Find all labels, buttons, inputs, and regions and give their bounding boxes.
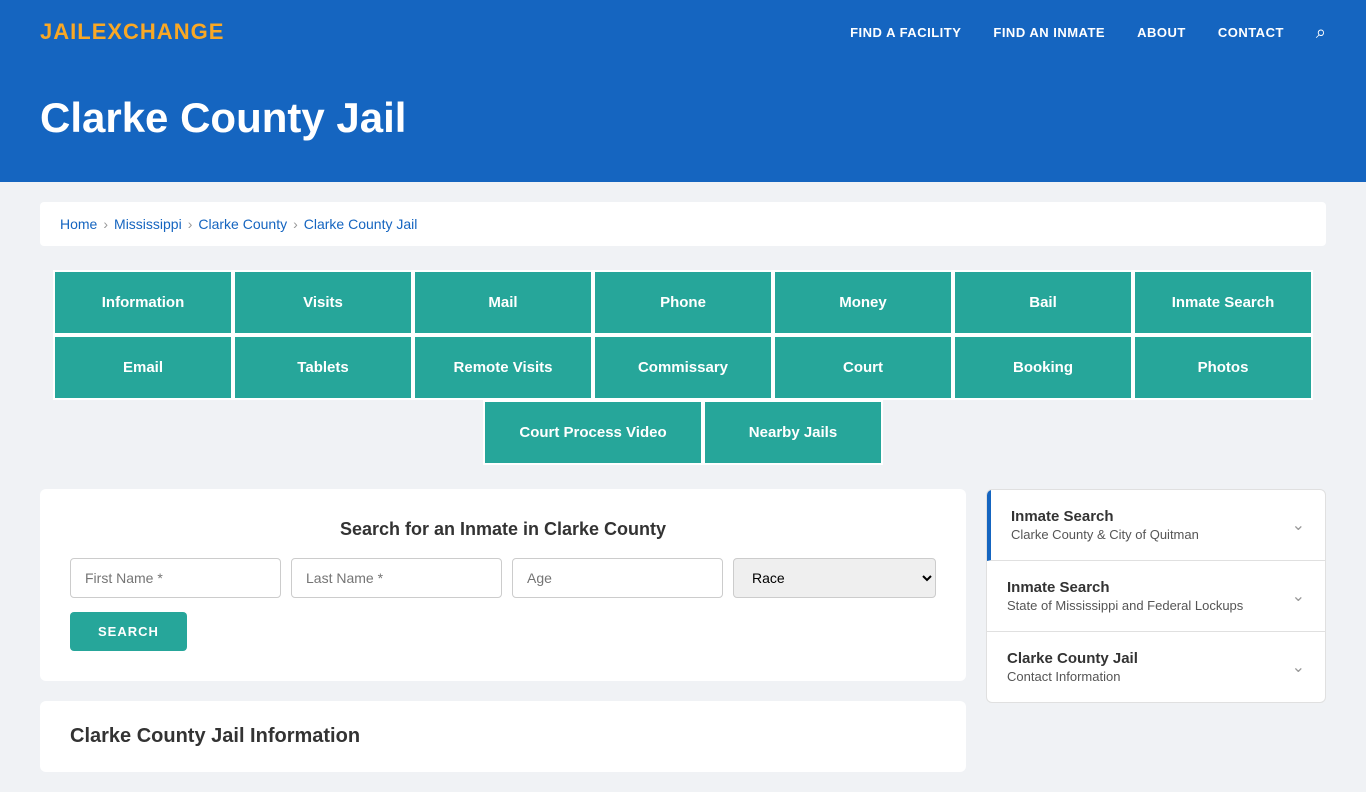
- sidebar-item-contact-sub: Contact Information: [1007, 669, 1138, 684]
- nav-find-inmate[interactable]: FIND AN INMATE: [993, 25, 1105, 40]
- sidebar-item-contact-info[interactable]: Clarke County Jail Contact Information ⌄: [987, 632, 1325, 702]
- breadcrumb-sep-1: ›: [103, 216, 108, 232]
- search-button[interactable]: SEARCH: [70, 612, 187, 651]
- sidebar-item-local-sub: Clarke County & City of Quitman: [1011, 527, 1199, 542]
- grid-row-1: Information Visits Mail Phone Money Bail…: [40, 270, 1326, 335]
- nav-about[interactable]: ABOUT: [1137, 25, 1186, 40]
- sidebar-item-inmate-search-local[interactable]: Inmate Search Clarke County & City of Qu…: [987, 490, 1325, 561]
- btn-nearby-jails[interactable]: Nearby Jails: [703, 400, 883, 465]
- category-button-grid: Information Visits Mail Phone Money Bail…: [40, 270, 1326, 465]
- sidebar-item-local-text: Inmate Search Clarke County & City of Qu…: [1011, 508, 1199, 542]
- site-logo[interactable]: JAILEXCHANGE: [40, 19, 224, 45]
- breadcrumb-sep-2: ›: [188, 216, 193, 232]
- btn-commissary[interactable]: Commissary: [593, 335, 773, 400]
- breadcrumb-sep-3: ›: [293, 216, 298, 232]
- btn-photos[interactable]: Photos: [1133, 335, 1313, 400]
- btn-remote-visits[interactable]: Remote Visits: [413, 335, 593, 400]
- logo-jail: JAIL: [40, 19, 92, 44]
- btn-booking[interactable]: Booking: [953, 335, 1133, 400]
- nav-find-facility[interactable]: FIND A FACILITY: [850, 25, 961, 40]
- main-layout: Search for an Inmate in Clarke County Ra…: [40, 489, 1326, 772]
- btn-court[interactable]: Court: [773, 335, 953, 400]
- sidebar-item-inmate-search-state[interactable]: Inmate Search State of Mississippi and F…: [987, 561, 1325, 632]
- sidebar-item-local-title: Inmate Search: [1011, 508, 1199, 525]
- btn-bail[interactable]: Bail: [953, 270, 1133, 335]
- inmate-search-box: Search for an Inmate in Clarke County Ra…: [40, 489, 966, 681]
- page-title: Clarke County Jail: [40, 94, 1326, 142]
- sidebar-item-state-text: Inmate Search State of Mississippi and F…: [1007, 579, 1243, 613]
- breadcrumb-home[interactable]: Home: [60, 216, 97, 232]
- chevron-down-icon-1: ⌄: [1292, 515, 1305, 535]
- nav-links: FIND A FACILITY FIND AN INMATE ABOUT CON…: [850, 22, 1326, 43]
- left-panel: Search for an Inmate in Clarke County Ra…: [40, 489, 966, 772]
- search-icon[interactable]: ⌕: [1316, 22, 1326, 43]
- sidebar-item-state-sub: State of Mississippi and Federal Lockups: [1007, 598, 1243, 613]
- age-input[interactable]: [512, 558, 723, 598]
- btn-mail[interactable]: Mail: [413, 270, 593, 335]
- breadcrumb-clarke-county[interactable]: Clarke County: [198, 216, 287, 232]
- nav-contact[interactable]: CONTACT: [1218, 25, 1284, 40]
- sidebar-item-contact-text: Clarke County Jail Contact Information: [1007, 650, 1138, 684]
- btn-information[interactable]: Information: [53, 270, 233, 335]
- breadcrumb-mississippi[interactable]: Mississippi: [114, 216, 182, 232]
- sidebar-item-state-title: Inmate Search: [1007, 579, 1243, 596]
- chevron-down-icon-2: ⌄: [1292, 586, 1305, 606]
- sidebar-item-contact-title: Clarke County Jail: [1007, 650, 1138, 667]
- last-name-input[interactable]: [291, 558, 502, 598]
- hero-section: Clarke County Jail: [0, 64, 1366, 182]
- btn-phone[interactable]: Phone: [593, 270, 773, 335]
- btn-visits[interactable]: Visits: [233, 270, 413, 335]
- btn-court-process-video[interactable]: Court Process Video: [483, 400, 703, 465]
- right-panel: Inmate Search Clarke County & City of Qu…: [986, 489, 1326, 703]
- logo-exchange: EXCHANGE: [92, 19, 225, 44]
- breadcrumb-jail[interactable]: Clarke County Jail: [304, 216, 418, 232]
- grid-row-3: Court Process Video Nearby Jails: [40, 400, 1326, 465]
- search-title: Search for an Inmate in Clarke County: [70, 519, 936, 540]
- btn-money[interactable]: Money: [773, 270, 953, 335]
- btn-email[interactable]: Email: [53, 335, 233, 400]
- btn-tablets[interactable]: Tablets: [233, 335, 413, 400]
- navbar: JAILEXCHANGE FIND A FACILITY FIND AN INM…: [0, 0, 1366, 64]
- chevron-down-icon-3: ⌄: [1292, 657, 1305, 677]
- race-select[interactable]: Race White Black Hispanic Asian Other: [733, 558, 936, 598]
- info-section-title: Clarke County Jail Information: [70, 725, 936, 748]
- first-name-input[interactable]: [70, 558, 281, 598]
- sidebar-card: Inmate Search Clarke County & City of Qu…: [986, 489, 1326, 703]
- info-section: Clarke County Jail Information: [40, 701, 966, 772]
- grid-row-2: Email Tablets Remote Visits Commissary C…: [40, 335, 1326, 400]
- search-fields: Race White Black Hispanic Asian Other: [70, 558, 936, 598]
- breadcrumb: Home › Mississippi › Clarke County › Cla…: [40, 202, 1326, 246]
- btn-inmate-search[interactable]: Inmate Search: [1133, 270, 1313, 335]
- content-area: Home › Mississippi › Clarke County › Cla…: [0, 182, 1366, 792]
